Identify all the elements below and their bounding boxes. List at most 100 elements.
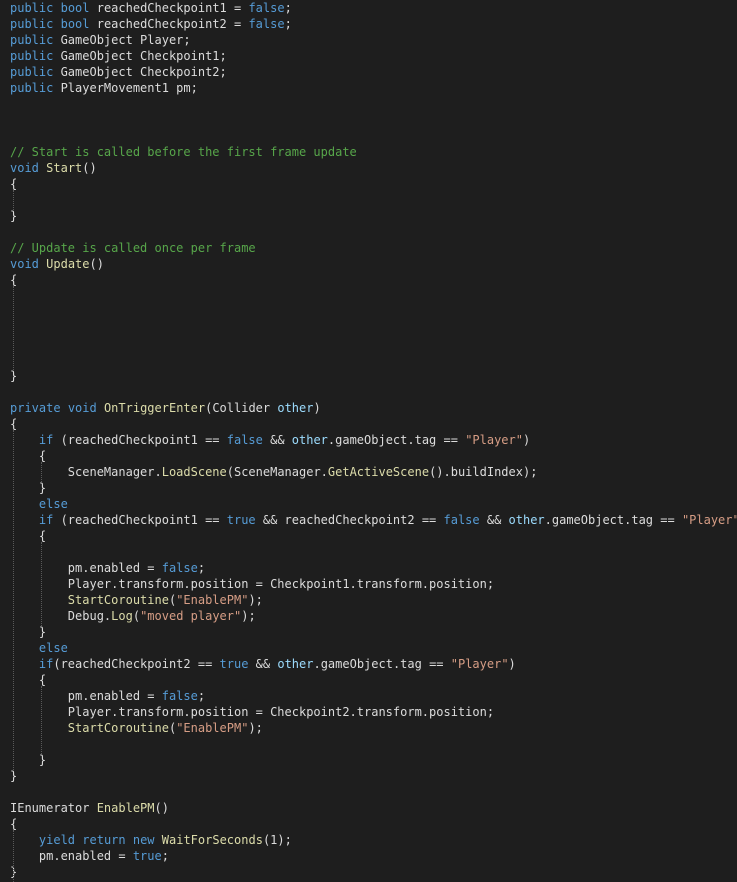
code-token: (Collider — [205, 401, 278, 415]
code-token: StartCoroutine — [67, 721, 169, 735]
code-line[interactable]: if (reachedCheckpoint1 == false && other… — [10, 432, 530, 448]
code-line[interactable]: IEnumerator EnablePM() — [10, 800, 169, 816]
code-token: { — [10, 449, 47, 463]
code-token: yield — [38, 833, 76, 847]
code-token: GetActiveScene — [327, 465, 430, 479]
code-editor[interactable]: public bool reachedCheckpoint1 = false; p… — [0, 0, 737, 882]
code-line[interactable]: StartCoroutine("EnablePM"); — [10, 592, 263, 608]
code-line[interactable]: SceneManager.LoadScene(SceneManager.GetA… — [10, 464, 538, 480]
code-token: () — [82, 161, 97, 175]
code-token: private — [10, 401, 61, 415]
code-token: { — [10, 817, 18, 831]
code-token: public — [10, 81, 54, 95]
code-line[interactable]: private void OnTriggerEnter(Collider oth… — [10, 400, 321, 416]
code-line[interactable]: Debug.Log("moved player"); — [10, 608, 256, 624]
code-token: return — [82, 833, 126, 847]
code-token: "moved player" — [140, 609, 242, 623]
code-line[interactable]: public bool reachedCheckpoint2 = false; — [10, 16, 292, 32]
code-line[interactable]: Player.transform.position = Checkpoint2.… — [10, 704, 494, 720]
code-line[interactable]: if(reachedCheckpoint2 == true && other.g… — [10, 656, 516, 672]
code-token: PlayerMovement1 pm; — [53, 81, 198, 95]
code-token: } — [10, 209, 18, 223]
code-token: { — [10, 177, 18, 191]
code-token: ; — [197, 689, 206, 703]
code-token: { — [10, 273, 18, 287]
code-token: false — [226, 433, 263, 447]
code-token: ) — [313, 401, 321, 415]
code-token: if — [38, 433, 54, 447]
code-line[interactable]: if (reachedCheckpoint1 == true && reache… — [10, 512, 737, 528]
code-line[interactable]: else — [10, 496, 68, 512]
code-line[interactable]: void Update() — [10, 256, 104, 272]
code-line[interactable]: } — [10, 768, 17, 784]
code-token: public — [10, 17, 54, 31]
code-token: pm.enabled = — [10, 561, 162, 575]
code-token: void — [67, 401, 97, 415]
code-token: .gameObject.tag == — [313, 657, 451, 671]
code-token: (reachedCheckpoint1 == — [53, 513, 227, 527]
code-line[interactable]: } — [10, 480, 46, 496]
code-token: "EnablePM" — [176, 593, 249, 607]
code-line[interactable]: } — [10, 624, 46, 640]
code-token: pm.enabled = — [10, 689, 162, 703]
code-token: new — [132, 833, 155, 847]
code-token: (reachedCheckpoint1 == — [53, 433, 227, 447]
code-line[interactable]: pm.enabled = true; — [10, 848, 169, 864]
code-token: false — [248, 1, 285, 15]
code-line[interactable]: yield return new WaitForSeconds(1); — [10, 832, 292, 848]
code-token: void — [10, 257, 39, 271]
code-line[interactable]: public bool reachedCheckpoint1 = false; — [10, 0, 292, 16]
code-token: () — [89, 257, 104, 271]
code-token: Player.transform.position = Checkpoint2.… — [10, 705, 495, 719]
code-token: true — [132, 849, 162, 863]
code-token: public — [10, 33, 54, 47]
code-token: other — [291, 433, 328, 447]
code-token: "Player" — [465, 433, 523, 447]
code-line[interactable]: // Start is called before the first fram… — [10, 144, 357, 160]
code-token: true — [219, 657, 249, 671]
code-line[interactable]: StartCoroutine("EnablePM"); — [10, 720, 263, 736]
code-line[interactable]: public GameObject Checkpoint2; — [10, 64, 227, 80]
code-token: bool — [60, 1, 90, 15]
code-token: .gameObject.tag == — [544, 513, 682, 527]
code-token: SceneManager. — [10, 465, 162, 479]
code-line[interactable]: } — [10, 752, 46, 768]
code-token: (1); — [262, 833, 292, 847]
code-line[interactable]: public PlayerMovement1 pm; — [10, 80, 198, 96]
code-token: public — [10, 65, 54, 79]
code-token: reachedCheckpoint1 = — [89, 1, 249, 15]
code-line[interactable]: void Start() — [10, 160, 97, 176]
code-token: Update — [46, 257, 90, 271]
code-token: StartCoroutine — [67, 593, 169, 607]
code-token: false — [161, 689, 198, 703]
code-token: ().buildIndex); — [429, 465, 538, 479]
code-token: else — [38, 641, 68, 655]
code-line[interactable]: pm.enabled = false; — [10, 688, 205, 704]
code-line[interactable]: public GameObject Checkpoint1; — [10, 48, 227, 64]
code-token: "EnablePM" — [176, 721, 249, 735]
code-line[interactable]: // Update is called once per frame — [10, 240, 256, 256]
code-line[interactable]: Player.transform.position = Checkpoint1.… — [10, 576, 494, 592]
code-line[interactable]: } — [10, 208, 17, 224]
code-token: "Player" — [681, 513, 737, 527]
code-token: EnablePM — [96, 801, 155, 815]
code-line[interactable]: public GameObject Player; — [10, 32, 191, 48]
code-line[interactable]: } — [10, 368, 17, 384]
indent-guide — [41, 686, 42, 754]
code-token: Log — [111, 609, 133, 623]
code-token: { — [10, 673, 47, 687]
code-token: GameObject Checkpoint2; — [53, 65, 227, 79]
code-line[interactable]: else — [10, 640, 68, 656]
code-line[interactable]: pm.enabled = false; — [10, 560, 205, 576]
code-token: ; — [161, 849, 169, 863]
code-token: ; — [284, 17, 292, 31]
code-token: ( — [132, 609, 141, 623]
code-token: pm.enabled = — [10, 849, 133, 863]
